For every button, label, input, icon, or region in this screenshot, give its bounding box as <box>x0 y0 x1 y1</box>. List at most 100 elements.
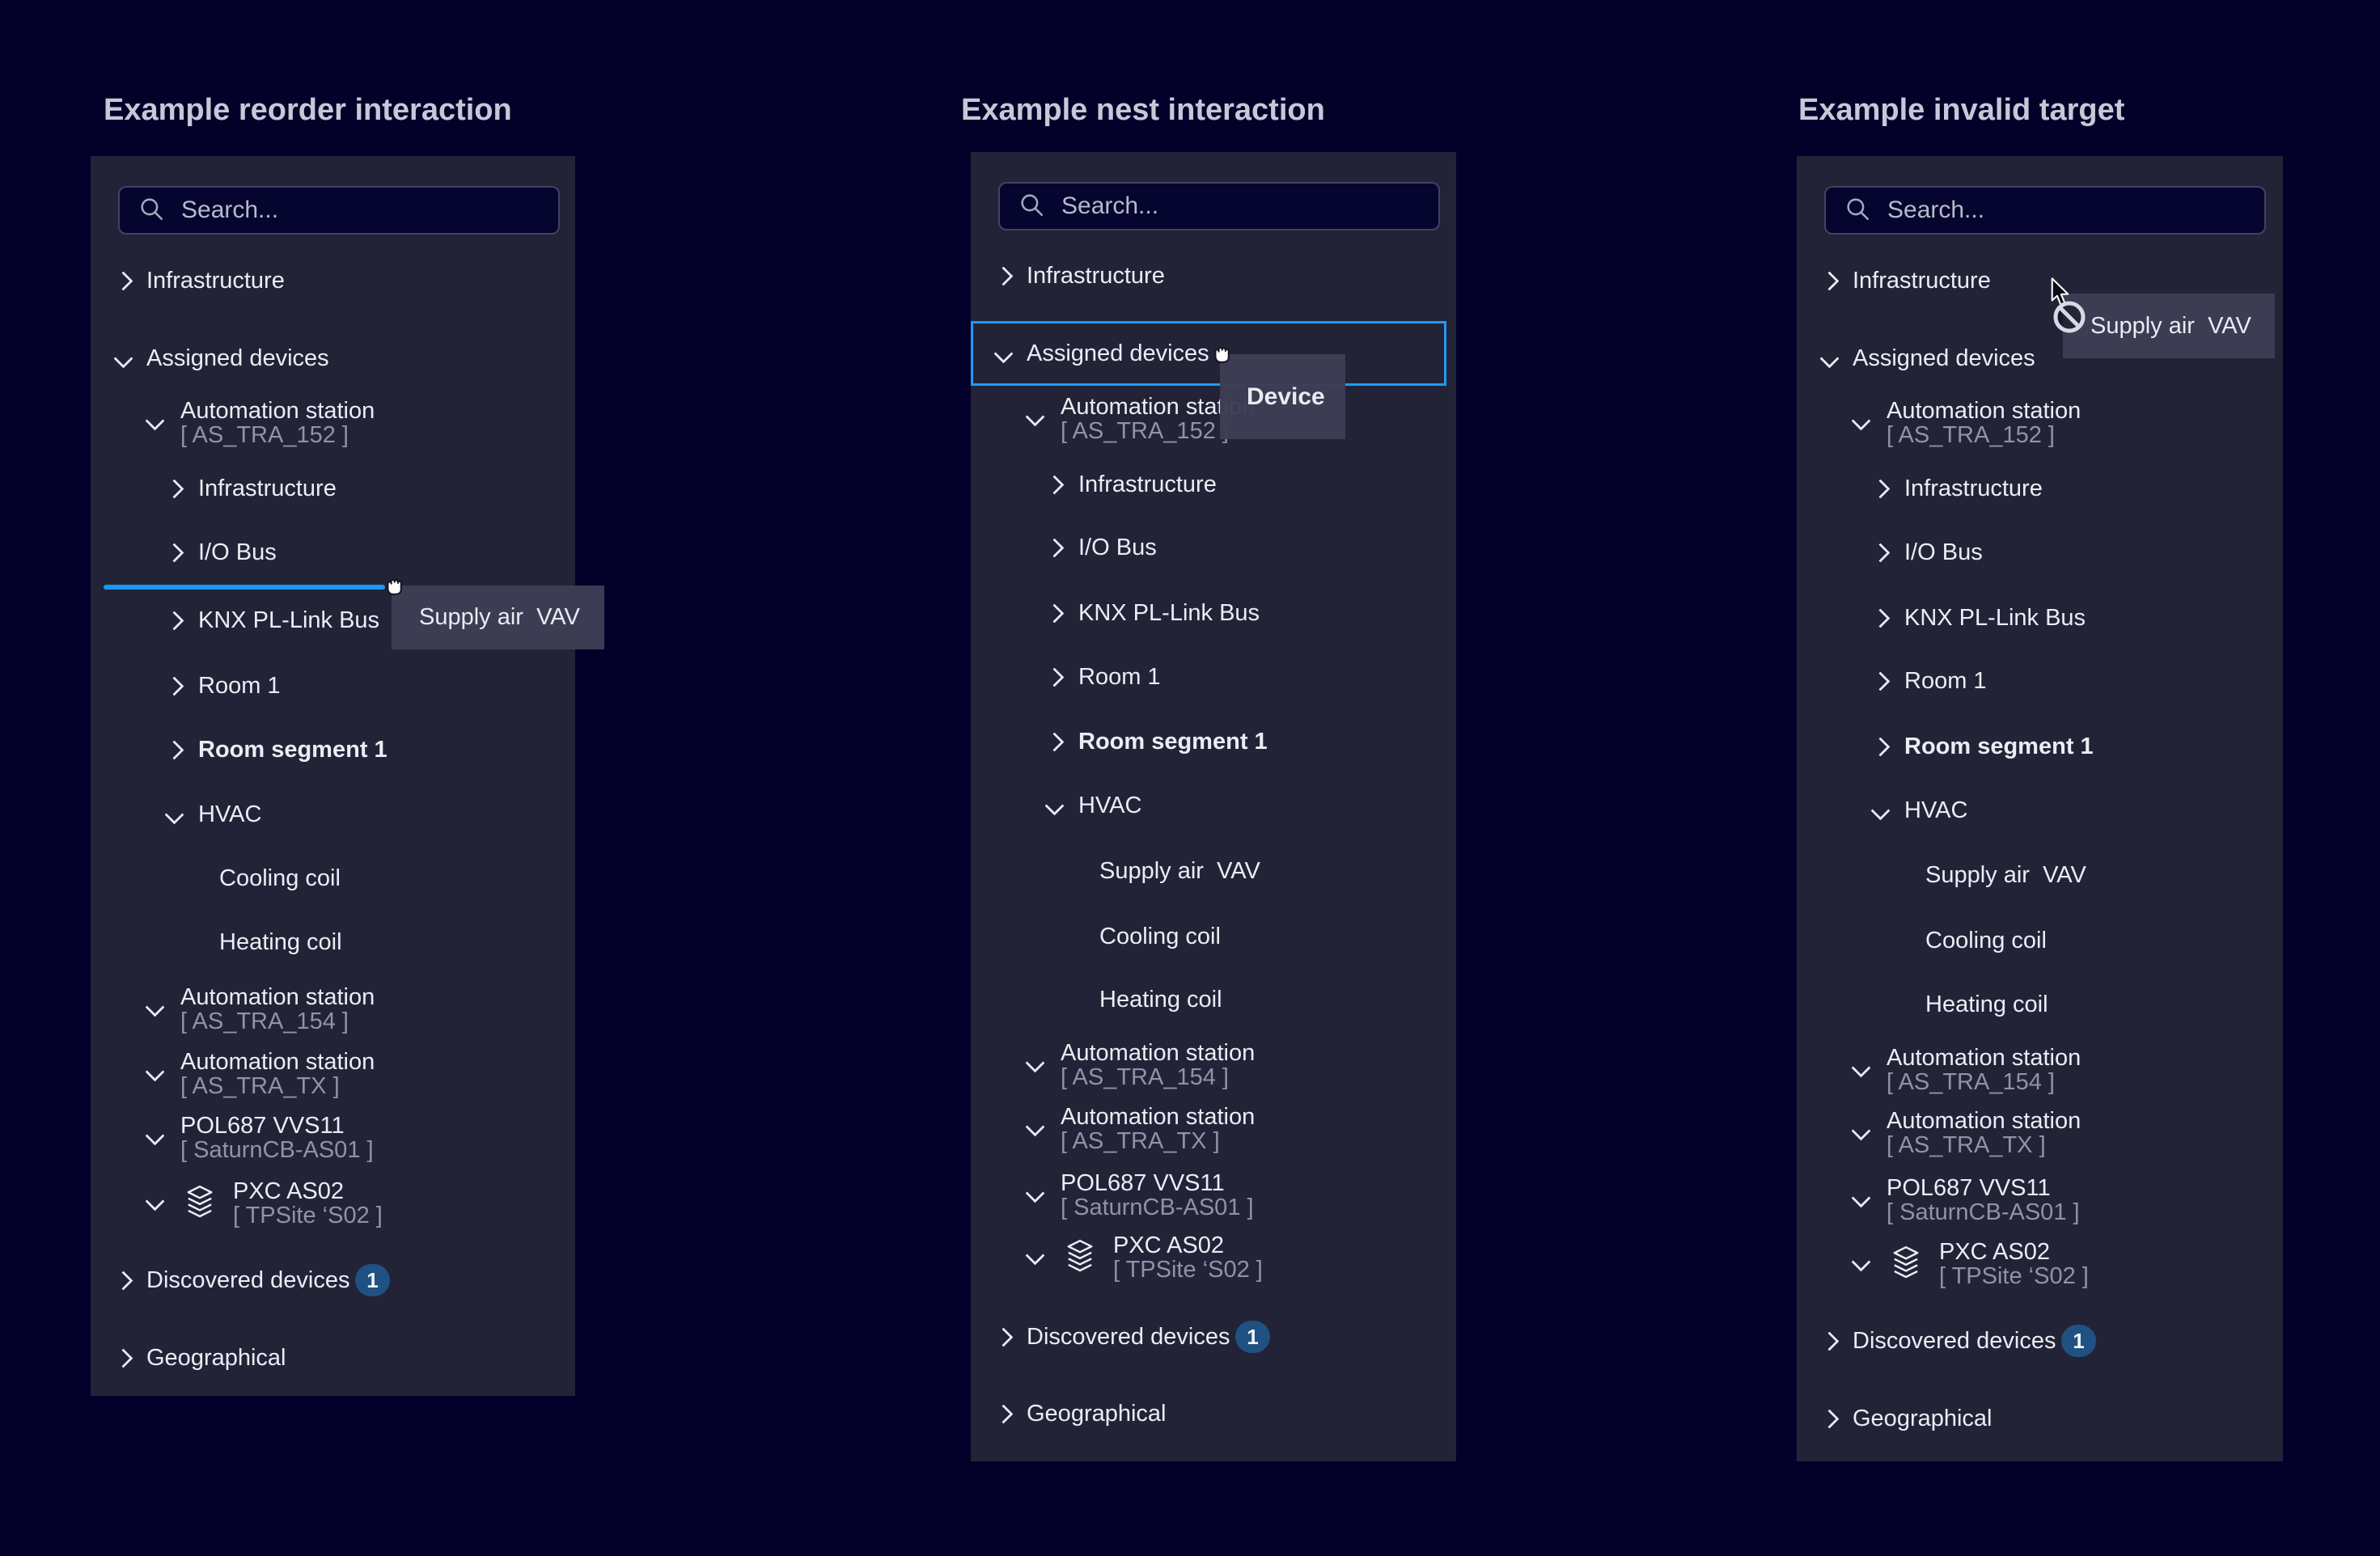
tree-row[interactable]: HVAC <box>91 782 575 847</box>
tree-row[interactable]: Room segment 1 <box>91 717 575 782</box>
chevron-right-icon[interactable] <box>1870 737 1890 756</box>
tree-row[interactable]: Geographical <box>1797 1386 2283 1451</box>
tree-row[interactable]: I/O Bus <box>971 515 1456 580</box>
chevron-right-icon[interactable] <box>1870 479 1890 498</box>
chevron-down-icon[interactable] <box>1851 1252 1870 1271</box>
chevron-down-icon[interactable] <box>1851 1188 1870 1207</box>
chevron-down-icon[interactable] <box>145 997 164 1017</box>
chevron-right-icon[interactable] <box>1870 671 1890 691</box>
tree-row[interactable]: Automation station[ AS_TRA_TX ] <box>971 1085 1456 1149</box>
chevron-right-icon[interactable] <box>113 1271 133 1290</box>
chevron-right-icon[interactable] <box>1044 732 1064 751</box>
chevron-right-icon[interactable] <box>164 676 184 696</box>
tree-row[interactable]: Cooling coil <box>971 904 1456 969</box>
chevron-down-icon[interactable] <box>113 349 133 368</box>
chevron-right-icon[interactable] <box>1044 603 1064 623</box>
chevron-down-icon[interactable] <box>145 1062 164 1081</box>
chevron-right-icon[interactable] <box>164 611 184 630</box>
tree-row[interactable]: Automation station[ AS_TRA_152 ] <box>1797 378 2283 443</box>
tree-row[interactable]: Discovered devices1 <box>91 1248 575 1313</box>
chevron-down-icon[interactable] <box>1851 1121 1870 1140</box>
tree-row[interactable]: POL687 VVS11[ SaturnCB-AS01 ] <box>91 1093 575 1158</box>
tree-row[interactable]: HVAC <box>1797 778 2283 843</box>
chevron-down-icon[interactable] <box>1044 796 1064 815</box>
chevron-down-icon[interactable] <box>145 411 164 430</box>
panel-reorder: InfrastructureAssigned devicesAutomation… <box>91 156 575 1396</box>
tree-row[interactable]: Automation station[ AS_TRA_154 ] <box>91 965 575 1030</box>
tree-row[interactable]: PXC AS02[ TPSite ‘S02 ] <box>971 1213 1456 1278</box>
tree-row[interactable]: Infrastructure <box>971 452 1456 517</box>
tree-row[interactable]: Cooling coil <box>91 846 575 911</box>
tree-row[interactable]: PXC AS02[ TPSite ‘S02 ] <box>91 1159 575 1224</box>
tree-row[interactable]: I/O Bus <box>91 520 575 585</box>
panel-title-reorder: Example reorder interaction <box>104 92 512 128</box>
chevron-down-icon[interactable] <box>1025 1245 1044 1265</box>
chevron-down-icon[interactable] <box>145 1191 164 1211</box>
tree-row[interactable]: Supply air VAV <box>971 839 1456 903</box>
chevron-right-icon[interactable] <box>1819 1409 1839 1428</box>
chevron-right-icon[interactable] <box>1044 538 1064 557</box>
chevron-right-icon[interactable] <box>1819 1331 1839 1351</box>
drag-ghost-label: Device <box>1220 383 1325 411</box>
tree-item-sublabel: [ TPSite ‘S02 ] <box>1939 1260 2089 1292</box>
tree-row[interactable]: Geographical <box>971 1381 1456 1446</box>
chevron-right-icon[interactable] <box>1044 667 1064 687</box>
tree-row[interactable]: Discovered devices1 <box>971 1304 1456 1369</box>
tree-row[interactable]: Infrastructure <box>91 248 575 313</box>
tree-row[interactable]: Supply air VAV <box>1797 843 2283 907</box>
search-field[interactable] <box>1886 196 2245 225</box>
tree-row[interactable]: Cooling coil <box>1797 908 2283 973</box>
tree-item-label: I/O Bus <box>1078 531 1157 564</box>
search-input[interactable] <box>118 186 560 235</box>
tree-row[interactable]: Room segment 1 <box>1797 714 2283 779</box>
tree-row[interactable]: Room 1 <box>1797 649 2283 713</box>
chevron-right-icon[interactable] <box>993 1404 1013 1423</box>
tree-row[interactable]: Infrastructure <box>91 456 575 521</box>
chevron-down-icon[interactable] <box>1870 801 1890 820</box>
tree-row[interactable]: Infrastructure <box>971 243 1456 308</box>
tree-row[interactable]: POL687 VVS11[ SaturnCB-AS01 ] <box>971 1151 1456 1216</box>
chevron-right-icon[interactable] <box>164 543 184 562</box>
chevron-down-icon[interactable] <box>1851 411 1870 430</box>
search-input[interactable] <box>998 182 1440 230</box>
tree-row[interactable]: Automation station[ AS_TRA_TX ] <box>1797 1089 2283 1153</box>
tree-row[interactable]: POL687 VVS11[ SaturnCB-AS01 ] <box>1797 1156 2283 1220</box>
chevron-down-icon[interactable] <box>1025 407 1044 426</box>
chevron-right-icon[interactable] <box>113 271 133 290</box>
tree-row[interactable]: Room 1 <box>91 653 575 718</box>
tree-row[interactable]: Automation station[ AS_TRA_154 ] <box>971 1021 1456 1085</box>
tree-row[interactable]: KNX PL-Link Bus <box>1797 586 2283 650</box>
chevron-right-icon[interactable] <box>993 1327 1013 1347</box>
tree-row[interactable]: Automation station[ AS_TRA_TX ] <box>91 1030 575 1094</box>
tree-row[interactable]: PXC AS02[ TPSite ‘S02 ] <box>1797 1220 2283 1284</box>
tree-row[interactable]: Geographical <box>91 1326 575 1390</box>
chevron-right-icon[interactable] <box>164 740 184 759</box>
chevron-down-icon[interactable] <box>1851 1058 1870 1077</box>
tree-item-label: Infrastructure <box>198 472 337 505</box>
chevron-right-icon[interactable] <box>113 1348 133 1368</box>
tree-row[interactable]: Room segment 1 <box>971 709 1456 774</box>
tree-row[interactable]: Automation station[ AS_TRA_152 ] <box>91 378 575 443</box>
chevron-right-icon[interactable] <box>993 266 1013 285</box>
chevron-down-icon[interactable] <box>1025 1117 1044 1136</box>
tree-row[interactable]: Infrastructure <box>1797 456 2283 521</box>
tree-row[interactable]: HVAC <box>971 773 1456 838</box>
chevron-right-icon[interactable] <box>1870 608 1890 628</box>
chevron-down-icon[interactable] <box>1819 349 1839 368</box>
chevron-right-icon[interactable] <box>1870 543 1890 562</box>
chevron-down-icon[interactable] <box>1025 1183 1044 1203</box>
chevron-right-icon[interactable] <box>1819 271 1839 290</box>
chevron-down-icon[interactable] <box>1025 1053 1044 1072</box>
search-field[interactable] <box>1060 192 1419 221</box>
chevron-down-icon[interactable] <box>164 805 184 824</box>
chevron-right-icon[interactable] <box>1044 475 1064 494</box>
chevron-right-icon[interactable] <box>164 479 184 498</box>
tree-row[interactable]: Room 1 <box>971 645 1456 709</box>
tree-row[interactable]: I/O Bus <box>1797 520 2283 585</box>
tree-row[interactable]: Discovered devices1 <box>1797 1309 2283 1373</box>
tree-row[interactable]: Automation station[ AS_TRA_154 ] <box>1797 1025 2283 1090</box>
search-field[interactable] <box>180 196 539 225</box>
chevron-down-icon[interactable] <box>145 1126 164 1145</box>
search-input[interactable] <box>1824 186 2266 235</box>
tree-row[interactable]: KNX PL-Link Bus <box>971 581 1456 645</box>
